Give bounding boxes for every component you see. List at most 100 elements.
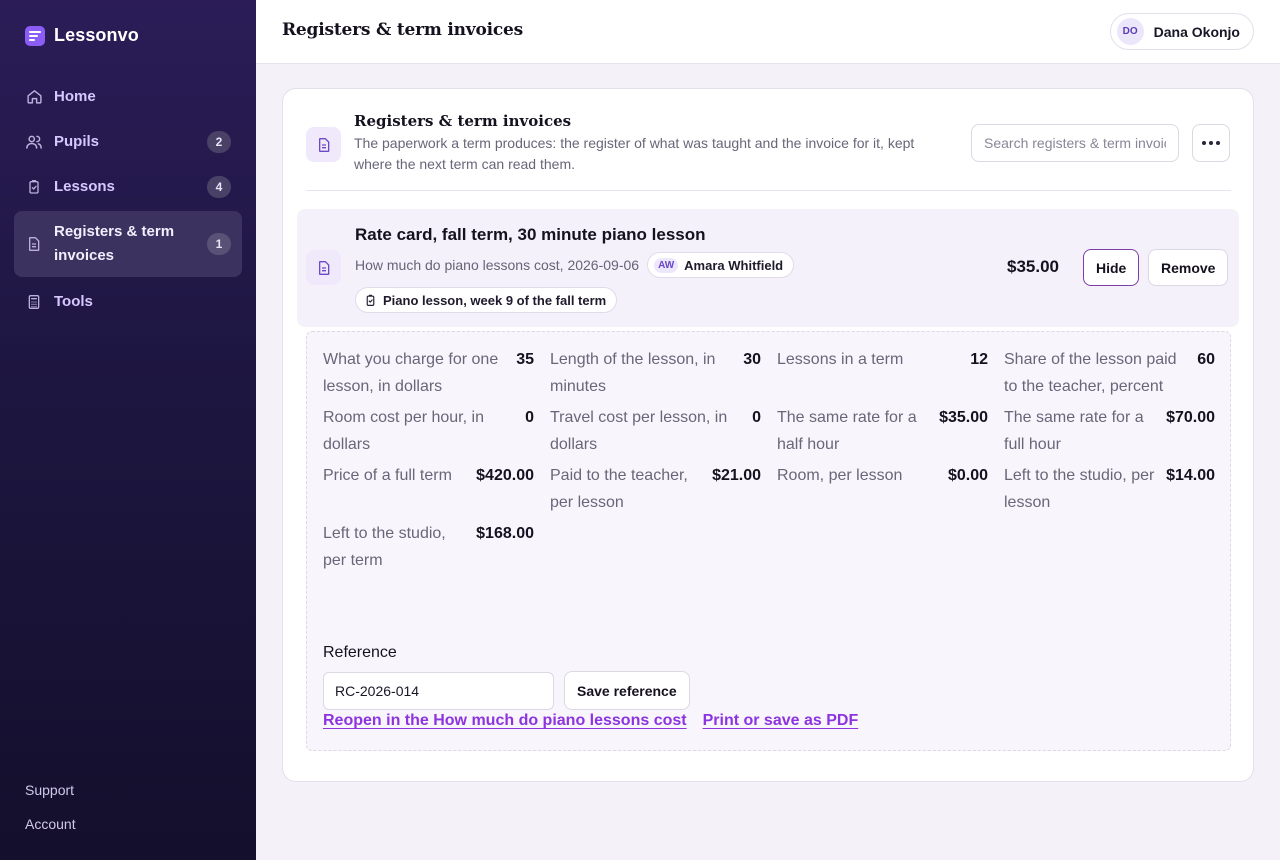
stat-value: 0 [525, 409, 534, 426]
home-icon [25, 88, 43, 106]
brand-name: Lessonvo [54, 25, 139, 45]
print-pdf-link[interactable]: Print or save as PDF [703, 712, 859, 730]
stat-item: Paid to the teacher, per lesson $21.00 [550, 462, 761, 516]
stat-value: $70.00 [1166, 409, 1215, 426]
stat-label: Paid to the teacher, per lesson [550, 467, 688, 511]
sidebar: Lessonvo Home Pupils 2 Lessons 4 Registe… [0, 0, 256, 860]
stat-label: Share of the lesson paid to the teacher,… [1004, 351, 1177, 395]
sidebar-footer: Support Account [25, 782, 76, 850]
count-badge: 4 [207, 175, 231, 198]
reference-input[interactable] [323, 672, 554, 710]
stat-item: Left to the studio, per lesson $14.00 [1004, 462, 1215, 516]
calculator-icon [25, 293, 43, 311]
stat-item: Room, per lesson $0.00 [777, 462, 988, 516]
document-icon [25, 235, 43, 253]
lessonvo-logo-icon [25, 25, 45, 46]
stat-value: $35.00 [939, 409, 988, 426]
stat-label: Left to the studio, per term [323, 525, 446, 569]
stat-value: 35 [516, 351, 534, 368]
panel-title: Registers & term invoices [354, 112, 572, 130]
sidebar-item-home[interactable]: Home [14, 74, 242, 119]
stat-value: $14.00 [1166, 467, 1215, 484]
entry-meta: How much do piano lessons cost, 2026-09-… [355, 252, 795, 278]
stat-label: Travel cost per lesson, in dollars [550, 409, 728, 453]
pupil-avatar: AW [654, 257, 679, 273]
pupil-pill[interactable]: AW Amara Whitfield [647, 252, 795, 278]
sidebar-item-label: Registers & term invoices [54, 223, 175, 264]
support-link[interactable]: Support [25, 782, 76, 798]
stat-label: Room cost per hour, in dollars [323, 409, 484, 453]
panel-description: The paperwork a term produces: the regis… [354, 135, 915, 172]
lesson-tag-pill[interactable]: Piano lesson, week 9 of the fall term [355, 287, 618, 313]
entry-title: Rate card, fall term, 30 minute piano le… [355, 225, 706, 244]
stat-item: The same rate for a full hour $70.00 [1004, 404, 1215, 458]
entry-price: $35.00 [1007, 257, 1059, 276]
reopen-calculator-link[interactable]: Reopen in the How much do piano lessons … [323, 712, 687, 730]
stat-item: What you charge for one lesson, in dolla… [323, 346, 534, 400]
hide-button[interactable]: Hide [1083, 249, 1140, 286]
stat-item: Length of the lesson, in minutes 30 [550, 346, 761, 400]
stat-label: Room, per lesson [777, 467, 903, 484]
document-icon [306, 127, 341, 162]
lesson-tag-label: Piano lesson, week 9 of the fall term [383, 292, 607, 308]
avatar: DO [1116, 18, 1144, 45]
stat-item: Lessons in a term 12 [777, 346, 988, 400]
more-options-button[interactable] [1192, 124, 1230, 162]
stat-value: 60 [1197, 351, 1215, 368]
entry-source: How much do piano lessons cost, 2026-09-… [355, 257, 640, 273]
stat-item: Travel cost per lesson, in dollars 0 [550, 404, 761, 458]
user-name: Dana Okonjo [1153, 23, 1240, 40]
account-link[interactable]: Account [25, 816, 76, 832]
stat-item: The same rate for a half hour $35.00 [777, 404, 988, 458]
sidebar-item-lessons[interactable]: Lessons 4 [14, 164, 242, 209]
pupil-name: Amara Whitfield [684, 257, 784, 273]
sidebar-item-label: Tools [54, 293, 93, 310]
entry-links: Reopen in the How much do piano lessons … [323, 712, 858, 730]
stat-item: Price of a full term $420.00 [323, 462, 534, 516]
stat-label: The same rate for a full hour [1004, 409, 1144, 453]
stat-value: 30 [743, 351, 761, 368]
search-input[interactable] [971, 124, 1179, 162]
sidebar-item-label: Lessons [54, 178, 115, 195]
stat-value: 0 [752, 409, 761, 426]
save-reference-button[interactable]: Save reference [564, 671, 690, 710]
reference-label: Reference [323, 644, 397, 661]
count-badge: 2 [207, 130, 231, 153]
stat-value: $21.00 [712, 467, 761, 484]
users-icon [25, 133, 43, 151]
count-badge: 1 [207, 233, 231, 255]
page-title: Registers & term invoices [282, 20, 524, 40]
stat-item: Share of the lesson paid to the teacher,… [1004, 346, 1215, 400]
stat-label: Length of the lesson, in minutes [550, 351, 716, 395]
topbar: Registers & term invoices DO Dana Okonjo [256, 0, 1280, 64]
sidebar-item-label: Home [54, 88, 96, 105]
more-dots-icon [1202, 141, 1206, 145]
stats-grid: What you charge for one lesson, in dolla… [323, 346, 1215, 578]
stat-value: $420.00 [476, 467, 534, 484]
lesson-clipboard-icon [364, 294, 377, 307]
sidebar-item-label: Pupils [54, 133, 100, 150]
stat-label: Price of a full term [323, 467, 452, 484]
sidebar-nav: Home Pupils 2 Lessons 4 Registers & term… [14, 74, 242, 324]
sidebar-item-tools[interactable]: Tools [14, 279, 242, 324]
stat-value: 12 [970, 351, 988, 368]
stat-label: Lessons in a term [777, 351, 904, 368]
stat-label: Left to the studio, per lesson [1004, 467, 1155, 511]
stat-value: $168.00 [476, 525, 534, 542]
stat-label: What you charge for one lesson, in dolla… [323, 351, 499, 395]
brand[interactable]: Lessonvo [25, 25, 139, 46]
registers-panel: Registers & term invoices The paperwork … [282, 88, 1254, 782]
stat-item: Room cost per hour, in dollars 0 [323, 404, 534, 458]
user-menu-button[interactable]: DO Dana Okonjo [1109, 13, 1254, 50]
stat-item: Left to the studio, per term $168.00 [323, 520, 534, 574]
stat-label: The same rate for a half hour [777, 409, 917, 453]
sidebar-item-pupils[interactable]: Pupils 2 [14, 119, 242, 164]
list-item[interactable]: Rate card, fall term, 30 minute piano le… [297, 209, 1239, 327]
panel-header: Registers & term invoices The paperwork … [306, 109, 1231, 191]
document-icon [306, 250, 341, 285]
entry-details: What you charge for one lesson, in dolla… [306, 331, 1231, 751]
sidebar-item-registers[interactable]: Registers & term invoices 1 [14, 211, 242, 277]
remove-button[interactable]: Remove [1148, 249, 1229, 286]
stat-value: $0.00 [947, 467, 988, 484]
lesson-clipboard-icon [25, 178, 43, 196]
